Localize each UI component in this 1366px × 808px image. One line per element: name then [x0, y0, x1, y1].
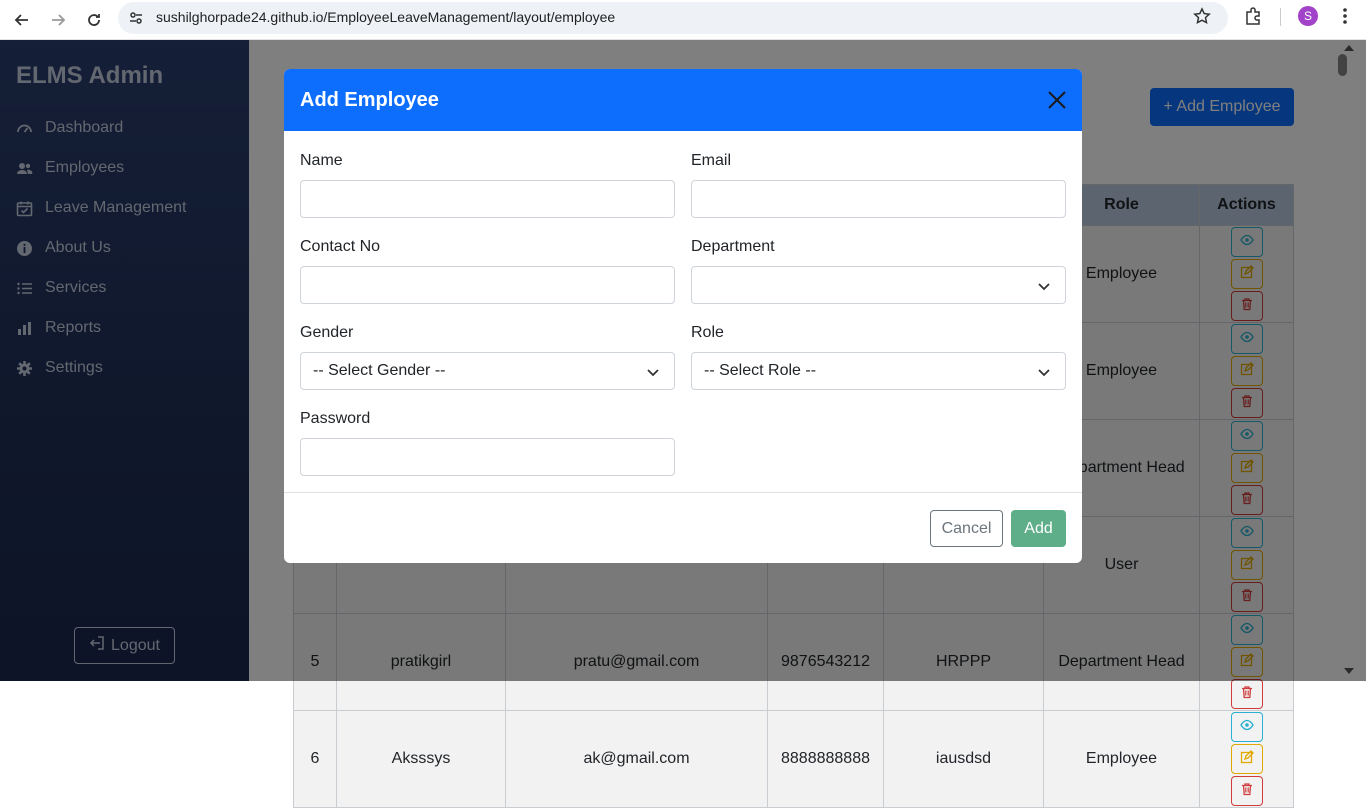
role-label: Role — [691, 324, 724, 341]
add-employee-modal: Add Employee Name Email Contact No Depar… — [284, 69, 1082, 563]
toolbar-separator — [1280, 8, 1281, 26]
modal-footer: Cancel Add — [284, 492, 1082, 563]
browser-toolbar: sushilghorpade24.github.io/EmployeeLeave… — [0, 0, 1366, 40]
department-field-group: Department — [691, 238, 1066, 304]
cell-actions — [1199, 710, 1294, 808]
password-input[interactable] — [300, 438, 675, 476]
gender-field-group: Gender -- Select Gender -- — [300, 324, 675, 390]
role-select[interactable]: -- Select Role -- — [691, 352, 1066, 390]
bookmark-star-icon[interactable] — [1193, 7, 1211, 30]
reload-icon[interactable] — [80, 6, 108, 34]
forward-icon[interactable] — [44, 6, 72, 34]
email-input[interactable] — [691, 180, 1066, 218]
profile-avatar[interactable]: S — [1298, 6, 1318, 26]
cell-email: ak@gmail.com — [505, 710, 768, 808]
close-icon[interactable] — [1046, 89, 1068, 111]
email-field-group: Email — [691, 152, 1066, 218]
cancel-button[interactable]: Cancel — [930, 510, 1003, 547]
password-field-group: Password — [300, 410, 675, 476]
site-settings-icon[interactable] — [128, 10, 144, 31]
extensions-icon[interactable] — [1243, 6, 1263, 31]
chevron-down-icon — [647, 369, 659, 377]
chevron-down-icon — [1038, 369, 1050, 377]
role-field-group: Role -- Select Role -- — [691, 324, 1066, 390]
cell-name: Aksssys — [336, 710, 506, 808]
cell-contact: 8888888888 — [767, 710, 884, 808]
email-label: Email — [691, 152, 732, 169]
chevron-down-icon — [1038, 283, 1050, 291]
contact-input[interactable] — [300, 266, 675, 304]
modal-title: Add Employee — [300, 88, 439, 111]
gender-select[interactable]: -- Select Gender -- — [300, 352, 675, 390]
trash-icon — [1240, 782, 1254, 801]
cell-id: 6 — [293, 710, 337, 808]
department-label: Department — [691, 238, 775, 255]
password-label: Password — [300, 410, 371, 427]
edit-button[interactable] — [1230, 744, 1263, 774]
name-input[interactable] — [300, 180, 675, 218]
contact-label: Contact No — [300, 238, 381, 255]
name-field-group: Name — [300, 152, 675, 218]
url-text: sushilghorpade24.github.io/EmployeeLeave… — [156, 9, 616, 25]
cell-role: Employee — [1043, 710, 1200, 808]
gender-value: -- Select Gender -- — [313, 362, 446, 379]
back-icon[interactable] — [8, 6, 36, 34]
address-bar[interactable]: sushilghorpade24.github.io/EmployeeLeave… — [118, 2, 1228, 34]
add-button[interactable]: Add — [1011, 510, 1066, 547]
delete-button[interactable] — [1230, 679, 1263, 709]
cell-dept: iausdsd — [883, 710, 1044, 808]
modal-header: Add Employee — [284, 69, 1082, 131]
gender-label: Gender — [300, 324, 354, 341]
role-value: -- Select Role -- — [704, 362, 817, 379]
view-button[interactable] — [1230, 712, 1263, 742]
contact-field-group: Contact No — [300, 238, 675, 304]
browser-menu-icon[interactable] — [1337, 6, 1353, 31]
name-label: Name — [300, 152, 343, 169]
edit-icon — [1240, 749, 1254, 769]
delete-button[interactable] — [1230, 776, 1263, 806]
trash-icon — [1240, 685, 1254, 704]
table-row: 6 Aksssys ak@gmail.com 8888888888 iausdsd Emp… — [293, 710, 1294, 808]
eye-icon — [1239, 718, 1254, 737]
department-select[interactable] — [691, 266, 1066, 304]
